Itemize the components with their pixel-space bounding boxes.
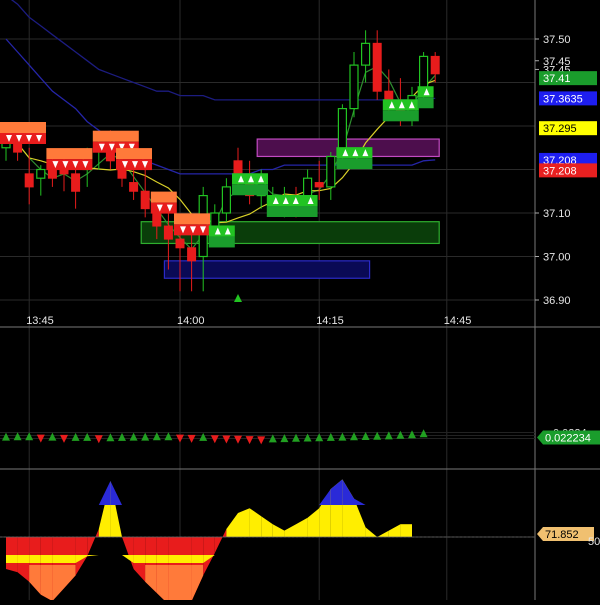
indicator-area-bearish xyxy=(6,537,18,573)
buy-signal-box xyxy=(382,110,419,122)
sell-signal-box xyxy=(46,148,93,160)
indicator-area-bearish xyxy=(168,555,180,563)
indicator-partial-label: 50 xyxy=(588,536,600,548)
candle-body-down xyxy=(140,190,150,210)
time-tick-label: 14:45 xyxy=(444,315,472,327)
buy-signal-box xyxy=(417,97,434,109)
candle-body-up xyxy=(303,177,313,197)
candle-body-up xyxy=(326,155,336,188)
buy-signal-box xyxy=(208,225,235,237)
chart-canvas: 0.02240.02230.02220.022234 71.85250 37.5… xyxy=(0,0,600,605)
candle-body-down xyxy=(430,55,440,75)
sell-signal-box xyxy=(92,130,139,142)
candle-body-down xyxy=(187,247,197,262)
candle-body-down xyxy=(372,42,382,92)
price-badge-label: 37.208 xyxy=(543,165,577,177)
price-zone xyxy=(163,260,371,279)
candle-body-up xyxy=(221,186,231,214)
price-tick-label: 37.50 xyxy=(543,34,571,46)
candle-body-down xyxy=(314,182,324,188)
indicator-area-bearish xyxy=(145,555,157,563)
indicator-area-bearish xyxy=(40,565,53,601)
candle-body-down xyxy=(175,238,185,249)
indicator-area-bearish xyxy=(52,555,64,563)
candle-body-down xyxy=(24,173,34,188)
price-badge-label: 37.3635 xyxy=(543,93,583,105)
sell-signal-box xyxy=(0,122,46,133)
candle-body-down xyxy=(163,225,173,240)
indicator-value-label: 71.852 xyxy=(545,529,579,541)
price-tick-label: 36.90 xyxy=(543,295,571,307)
sell-signal-box xyxy=(150,191,177,203)
indicator-area-bearish xyxy=(6,555,18,563)
indicator-area-bearish xyxy=(191,555,204,563)
candle-body-up xyxy=(349,64,359,110)
sell-signal-box xyxy=(174,213,210,225)
indicator-area-bearish xyxy=(17,555,30,563)
price-badge-label: 37.295 xyxy=(543,123,577,135)
candle-body-up xyxy=(361,42,371,66)
price-tick-label: 37.10 xyxy=(543,208,571,220)
buy-signal-box xyxy=(336,158,373,170)
time-tick-label: 13:45 xyxy=(26,315,54,327)
trading-chart-window: 0.02240.02230.02220.022234 71.85250 37.5… xyxy=(0,0,600,605)
buy-signal-box xyxy=(301,206,318,217)
indicator-area-bearish xyxy=(168,565,180,605)
indicator-area-bearish xyxy=(133,555,146,563)
indicator-area-bullish xyxy=(400,524,412,537)
candle-body-down xyxy=(129,182,139,192)
candle-body-down xyxy=(59,169,69,175)
candle-body-down xyxy=(233,160,243,175)
time-tick-label: 14:15 xyxy=(316,315,344,327)
indicator-area-bearish xyxy=(180,565,192,605)
indicator-value-label: 0.022234 xyxy=(545,432,591,444)
price-tick-label: 37.00 xyxy=(543,252,571,264)
indicator-area-bullish xyxy=(238,508,250,537)
sell-signal-box xyxy=(150,202,177,214)
candle-body-down xyxy=(47,169,57,179)
price-badge-label: 37.41 xyxy=(543,73,571,85)
buy-signal-box xyxy=(232,184,268,196)
sell-signal-box xyxy=(116,148,152,160)
indicator-area-bearish xyxy=(156,555,169,563)
indicator-area-bearish xyxy=(180,555,192,563)
candle-body-up xyxy=(36,168,46,179)
candle-body-down xyxy=(71,173,81,192)
indicator-area-bearish xyxy=(64,555,76,563)
indicator-area-bearish xyxy=(29,555,41,563)
indicator-area-bearish xyxy=(40,555,53,563)
time-tick-label: 14:00 xyxy=(177,315,205,327)
buy-signal-box xyxy=(208,236,235,248)
